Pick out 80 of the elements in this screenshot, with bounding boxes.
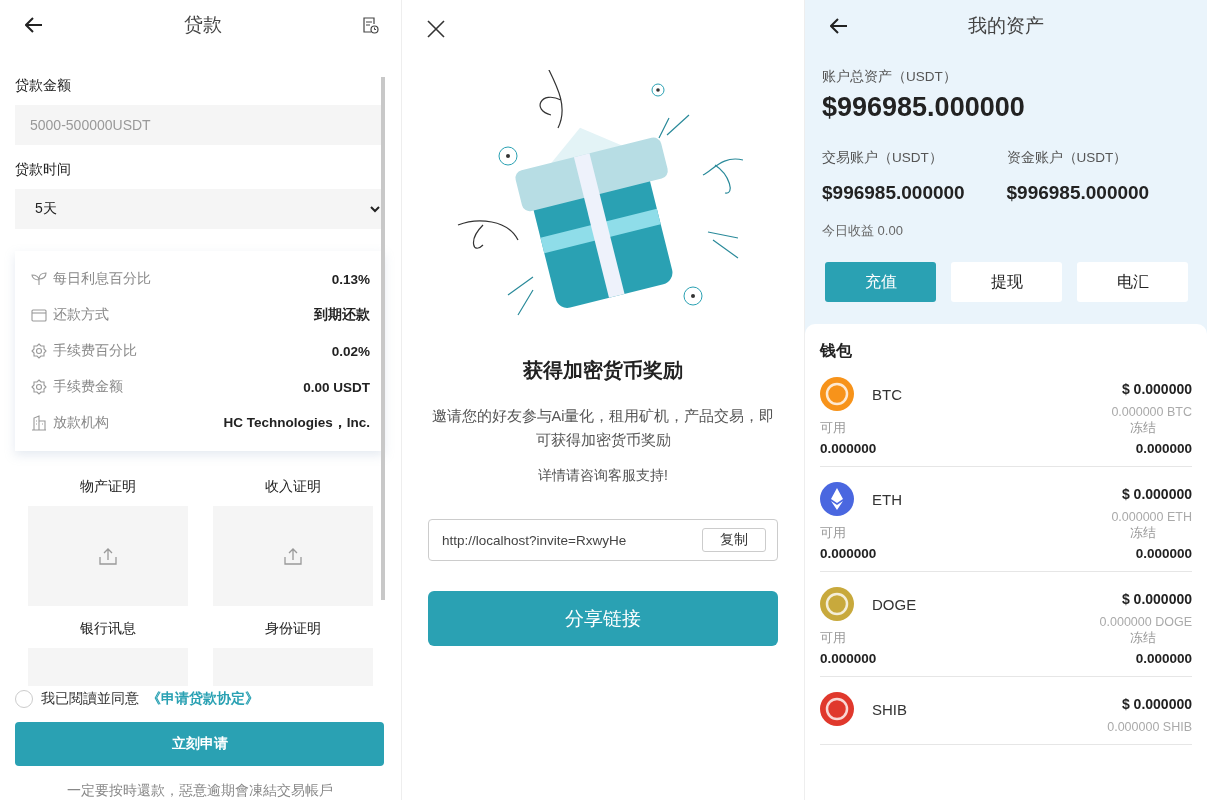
upload-box[interactable] bbox=[28, 506, 188, 606]
building-icon bbox=[31, 415, 47, 431]
reward-title: 获得加密货币奖励 bbox=[523, 358, 683, 383]
frozen-label: 冻结 bbox=[1130, 419, 1156, 437]
repayment-notice: 一定要按時還款，惡意逾期會凍結交易帳戶 bbox=[65, 782, 334, 800]
page-title: 贷款 bbox=[183, 13, 222, 37]
today-earnings: 今日收益 0.00 bbox=[822, 222, 904, 240]
available-label: 可用 bbox=[820, 524, 847, 542]
detail-label: 每日利息百分比 bbox=[53, 270, 152, 288]
coin-usd-value: $ 0.000000 bbox=[1121, 486, 1192, 502]
upload-icon bbox=[284, 547, 302, 565]
coin-usd-value: $ 0.000000 bbox=[1121, 591, 1192, 607]
sprout-icon bbox=[31, 272, 47, 286]
upload-label: 物产证明 bbox=[80, 478, 136, 496]
coin-usd-value: $ 0.000000 bbox=[1121, 381, 1192, 397]
support-note: 详情请咨询客服支持! bbox=[538, 467, 668, 485]
upload-label: 银行讯息 bbox=[80, 620, 136, 638]
frozen-value: 0.000000 bbox=[1135, 441, 1192, 456]
detail-value: 到期还款 bbox=[314, 306, 370, 324]
detail-label: 手续费金额 bbox=[53, 378, 124, 396]
reward-description: 邀请您的好友参与Ai量化，租用矿机，产品交易，即可获得加密货币奖励 bbox=[430, 407, 776, 450]
account-label: 交易账户（USDT） bbox=[822, 149, 944, 167]
invite-link-field[interactable]: http://localhost?invite=RxwyHe 复制 bbox=[428, 519, 778, 561]
term-select[interactable]: 5天 bbox=[15, 189, 384, 229]
detail-value: 0.13% bbox=[331, 271, 370, 287]
account-value: $996985.000000 bbox=[1006, 182, 1151, 204]
detail-value: HC Technologies，Inc. bbox=[223, 414, 370, 432]
action-button[interactable]: 提现 bbox=[951, 262, 1062, 302]
coin-icon bbox=[820, 587, 854, 621]
coin-symbol: ETH bbox=[872, 490, 902, 508]
account-label: 资金账户（USDT） bbox=[1006, 149, 1129, 167]
wallet-title: 钱包 bbox=[820, 341, 853, 361]
close-icon[interactable] bbox=[427, 20, 445, 38]
detail-label: 还款方式 bbox=[53, 306, 110, 324]
available-label: 可用 bbox=[820, 419, 847, 437]
back-icon[interactable] bbox=[25, 17, 43, 33]
coin-usd-value: $ 0.000000 bbox=[1121, 696, 1192, 712]
detail-value: 0.02% bbox=[331, 343, 370, 359]
coin-symbol: SHIB bbox=[872, 700, 907, 718]
gear-icon bbox=[31, 343, 47, 359]
upload-label: 收入证明 bbox=[265, 478, 321, 496]
upload-box[interactable] bbox=[213, 506, 373, 606]
coin-amount: 0.000000 SHIB bbox=[1107, 720, 1192, 734]
field-label: 贷款金额 bbox=[15, 77, 72, 95]
coin-amount: 0.000000 DOGE bbox=[1099, 615, 1192, 629]
action-button[interactable]: 电汇 bbox=[1077, 262, 1188, 302]
total-assets-value: $996985.000000 bbox=[822, 92, 1026, 123]
copy-button[interactable]: 复制 bbox=[702, 528, 766, 552]
coin-icon bbox=[820, 692, 854, 726]
coin-icon bbox=[820, 482, 854, 516]
frozen-label: 冻结 bbox=[1130, 629, 1156, 647]
available-value: 0.000000 bbox=[820, 441, 877, 456]
available-value: 0.000000 bbox=[820, 546, 877, 561]
detail-label: 放款机构 bbox=[53, 414, 110, 432]
coin-amount: 0.000000 ETH bbox=[1111, 510, 1192, 524]
frozen-value: 0.000000 bbox=[1135, 651, 1192, 666]
frozen-label: 冻结 bbox=[1130, 524, 1156, 542]
detail-label: 手续费百分比 bbox=[53, 342, 138, 360]
back-icon[interactable] bbox=[830, 18, 848, 34]
gear-icon bbox=[31, 379, 47, 395]
upload-label: 身份证明 bbox=[265, 620, 321, 638]
field-label: 贷款时间 bbox=[15, 161, 72, 179]
account-value: $996985.000000 bbox=[822, 182, 966, 204]
amount-input[interactable]: 5000-500000USDT bbox=[15, 105, 384, 145]
page-title: 我的资产 bbox=[968, 14, 1044, 38]
available-label: 可用 bbox=[820, 629, 847, 647]
coin-symbol: BTC bbox=[872, 385, 902, 403]
frozen-value: 0.000000 bbox=[1135, 546, 1192, 561]
wallet-icon bbox=[31, 308, 47, 322]
coin-symbol: DOGE bbox=[872, 595, 917, 613]
coin-icon bbox=[820, 377, 854, 411]
scrollbar[interactable] bbox=[381, 77, 385, 600]
chevron-icon bbox=[369, 205, 381, 213]
detail-value: 0.00 USDT bbox=[303, 379, 370, 395]
available-value: 0.000000 bbox=[820, 651, 877, 666]
document-clock-icon[interactable] bbox=[362, 16, 379, 34]
upload-icon bbox=[99, 547, 117, 565]
total-assets-label: 账户总资产（USDT） bbox=[822, 68, 958, 86]
agreement-text: 我已閱讀並同意 bbox=[41, 690, 139, 708]
coin-amount: 0.000000 BTC bbox=[1111, 405, 1192, 419]
